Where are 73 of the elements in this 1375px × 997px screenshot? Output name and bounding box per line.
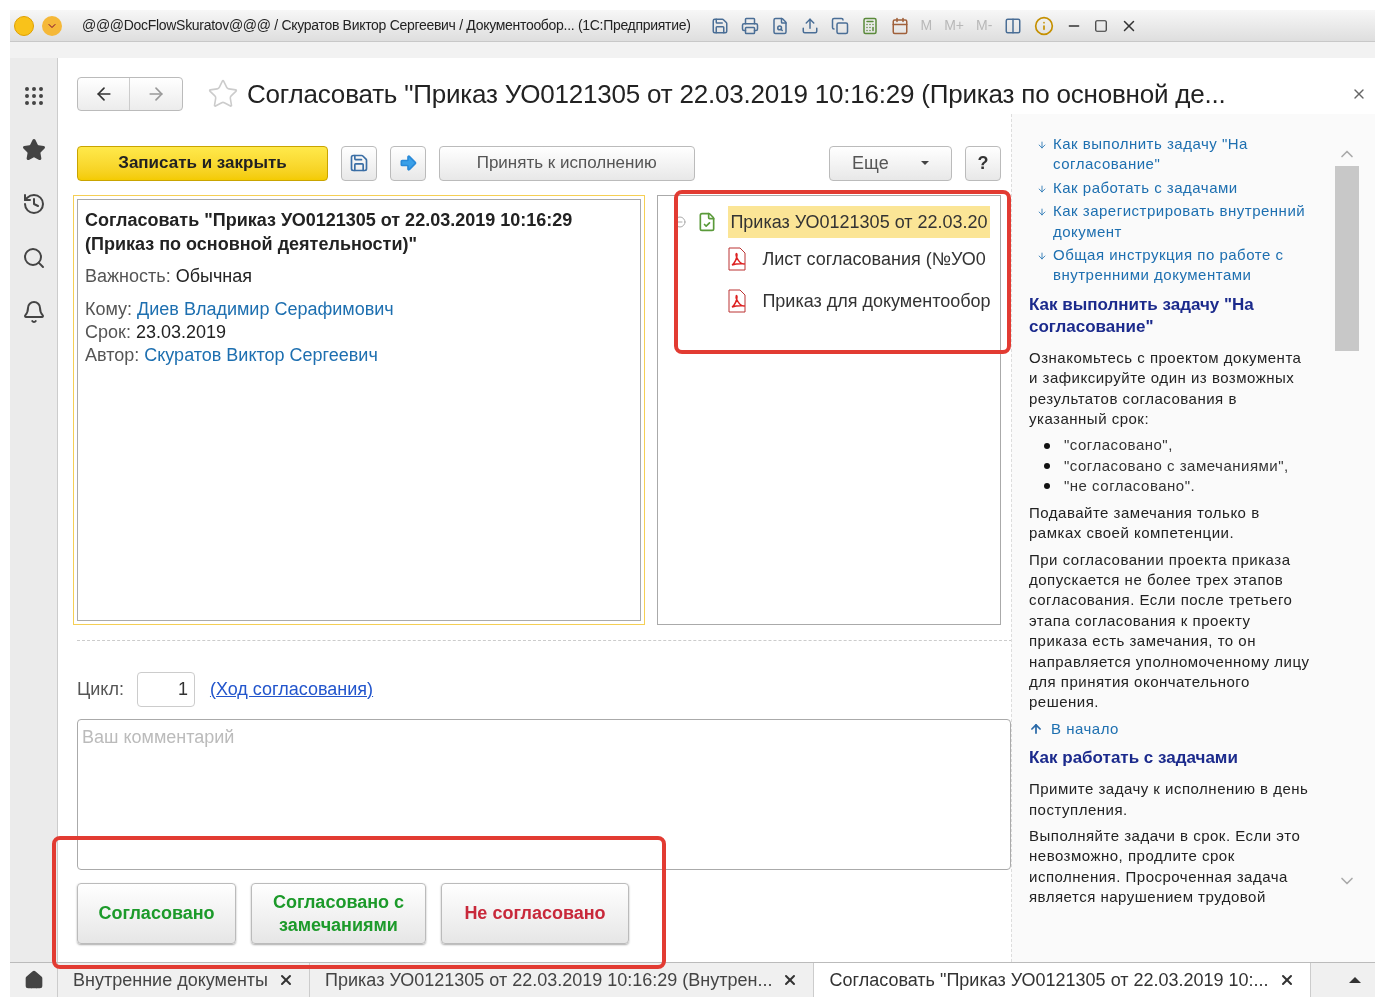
- field-value: 23.03.2019: [135, 321, 226, 344]
- home-icon: [23, 970, 44, 990]
- upload-icon[interactable]: [800, 16, 819, 35]
- help-button[interactable]: ?: [965, 145, 1001, 181]
- pdf-file-icon: [726, 289, 749, 313]
- window-title: @@@DocFlowSkuratov@@@ / Скуратов Виктор Сергеевич / Документообор... (1С:Предприятие): [82, 16, 691, 35]
- help-toc-link[interactable]: Как выполнить задачу "На согласование": [1053, 134, 1318, 175]
- arrow-down-icon: [1037, 207, 1047, 218]
- panels-icon[interactable]: [1004, 16, 1023, 35]
- print-icon[interactable]: [740, 16, 759, 35]
- cycle-label: Цикл:: [77, 677, 124, 701]
- copy-icon[interactable]: [830, 16, 849, 35]
- decision-button[interactable]: Не согласовано: [441, 883, 629, 944]
- help-heading: Как работать с задачами: [1029, 747, 1239, 770]
- arrow-down-icon: [1037, 183, 1047, 194]
- maximize-icon[interactable]: [1094, 18, 1109, 33]
- list-item: "не согласовано".: [1064, 476, 1196, 497]
- open-tab[interactable]: Согласовать "Приказ УО0121305 от 22.03.2019 10:...: [814, 963, 1311, 997]
- next-button[interactable]: [389, 145, 426, 181]
- calculator-icon[interactable]: [860, 16, 879, 35]
- info-icon[interactable]: [1034, 15, 1055, 36]
- field-label: Кому:: [85, 298, 133, 321]
- form-title: Согласовать "Приказ УО0121305 от 22.03.2019 10:16:29 (Приказ по основной де...: [247, 77, 1226, 111]
- search-icon[interactable]: [21, 246, 46, 270]
- save-and-close-button[interactable]: Записать и закрыть: [77, 145, 328, 181]
- approval-progress-link[interactable]: (Ход согласования): [209, 675, 374, 703]
- task-heading: Согласовать "Приказ УО0121305 от 22.03.2019 10:16:29 (Приказ по основной деятельности)": [85, 209, 574, 256]
- help-heading: Как выполнить задачу "На согласование": [1029, 293, 1255, 338]
- arrow-down-icon: [1037, 140, 1047, 150]
- preview-icon[interactable]: [770, 16, 789, 35]
- comment-field[interactable]: Ваш комментарий: [77, 719, 1011, 870]
- field-label: Срок:: [85, 321, 131, 344]
- help-paragraph: Примите задачу к исполнению в день поступления.: [1029, 779, 1310, 820]
- person-link[interactable]: Скуратов Виктор Сергеевич: [144, 344, 378, 367]
- decision-button[interactable]: Согласовано с замечаниями: [251, 883, 426, 944]
- tree-item[interactable]: Приказ для документообор: [762, 287, 991, 315]
- list-item: "согласовано",: [1064, 435, 1173, 456]
- arrow-up-icon: [1029, 721, 1043, 736]
- bullet-icon: [1044, 442, 1050, 449]
- field-label: Важность:: [85, 265, 171, 288]
- help-paragraph: Выполняйте задачи в срок. Если это невозможно, продлите срок исполнения. Просроченная задача является нарушением трудовой: [1029, 825, 1302, 908]
- accept-button[interactable]: Принять к исполнению: [438, 145, 695, 181]
- main-menu-icon[interactable]: [42, 15, 62, 36]
- list-item: "согласовано с замечаниями",: [1064, 455, 1289, 476]
- favorite-star-icon[interactable]: [207, 78, 239, 110]
- decision-button[interactable]: Согласовано: [77, 883, 236, 944]
- field-value: Обычная: [175, 265, 252, 288]
- document-approved-icon: [697, 212, 718, 232]
- help-paragraph: Подавайте замечания только в рамках своей компетенции.: [1029, 502, 1261, 544]
- cycle-field[interactable]: 1: [136, 671, 195, 707]
- back-to-top-link[interactable]: В начало: [1051, 718, 1119, 740]
- scrollbar-thumb[interactable]: [1335, 166, 1359, 351]
- history-icon[interactable]: [21, 192, 46, 216]
- tree-item[interactable]: Приказ УО0121305 от 22.03.20: [728, 206, 990, 238]
- help-paragraph: При согласовании проекта приказа допускается не более трех этапов согласования. Если после третьего этапа согласования к проекту приказа есть замечания, то он направляется уполномоченному лицу для принятия окончательного решения.: [1029, 549, 1310, 713]
- save-icon[interactable]: [710, 16, 729, 35]
- tree-item[interactable]: Лист согласования (№УО0: [762, 245, 986, 273]
- calendar-icon[interactable]: [890, 16, 909, 35]
- person-link[interactable]: Диев Владимир Серафимович: [137, 298, 394, 321]
- pdf-file-icon: [726, 247, 749, 271]
- bell-icon[interactable]: [21, 300, 46, 324]
- bullet-icon: [1044, 463, 1050, 470]
- help-paragraph: Ознакомьтесь с проектом документа и зафиксируйте один из возможных результатов согласования в указанный срок:: [1029, 347, 1303, 430]
- arrow-down-icon: [1037, 251, 1047, 262]
- bullet-icon: [1044, 483, 1050, 490]
- help-toc-link[interactable]: Как работать с задачами: [1053, 177, 1238, 199]
- field-label: Автор:: [85, 344, 140, 367]
- caret-icon: [920, 161, 929, 165]
- favorites-icon[interactable]: [21, 138, 46, 162]
- help-toc-link[interactable]: Общая инструкция по работе с внутренними документами: [1053, 245, 1318, 286]
- save-button[interactable]: [340, 145, 377, 181]
- more-button[interactable]: Еще: [828, 145, 953, 181]
- help-toc-link[interactable]: Как зарегистрировать внутренний документ: [1053, 201, 1318, 243]
